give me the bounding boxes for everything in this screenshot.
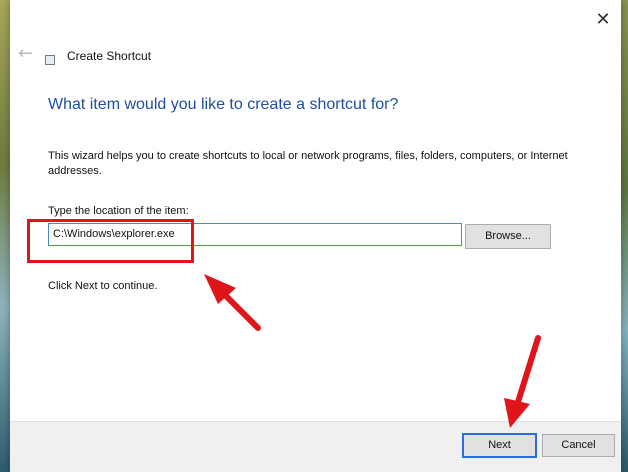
desktop-background-left xyxy=(0,0,10,472)
back-arrow-icon[interactable]: ← xyxy=(18,44,38,64)
next-button[interactable]: Next xyxy=(462,433,537,458)
close-icon[interactable]: ✕ xyxy=(593,10,613,30)
cancel-button[interactable]: Cancel xyxy=(542,434,615,457)
wizard-heading: What item would you like to create a sho… xyxy=(48,96,399,113)
window-title: Create Shortcut xyxy=(67,49,152,63)
annotation-highlight-box xyxy=(27,219,194,263)
dialog-footer: Next Cancel xyxy=(10,421,621,472)
location-label: Type the location of the item: xyxy=(48,205,189,217)
desktop-background-right xyxy=(621,0,628,472)
continue-text: Click Next to continue. xyxy=(48,280,158,292)
browse-button[interactable]: Browse... xyxy=(465,224,551,249)
shortcut-app-icon xyxy=(45,55,55,65)
wizard-description: This wizard helps you to create shortcut… xyxy=(48,150,568,177)
